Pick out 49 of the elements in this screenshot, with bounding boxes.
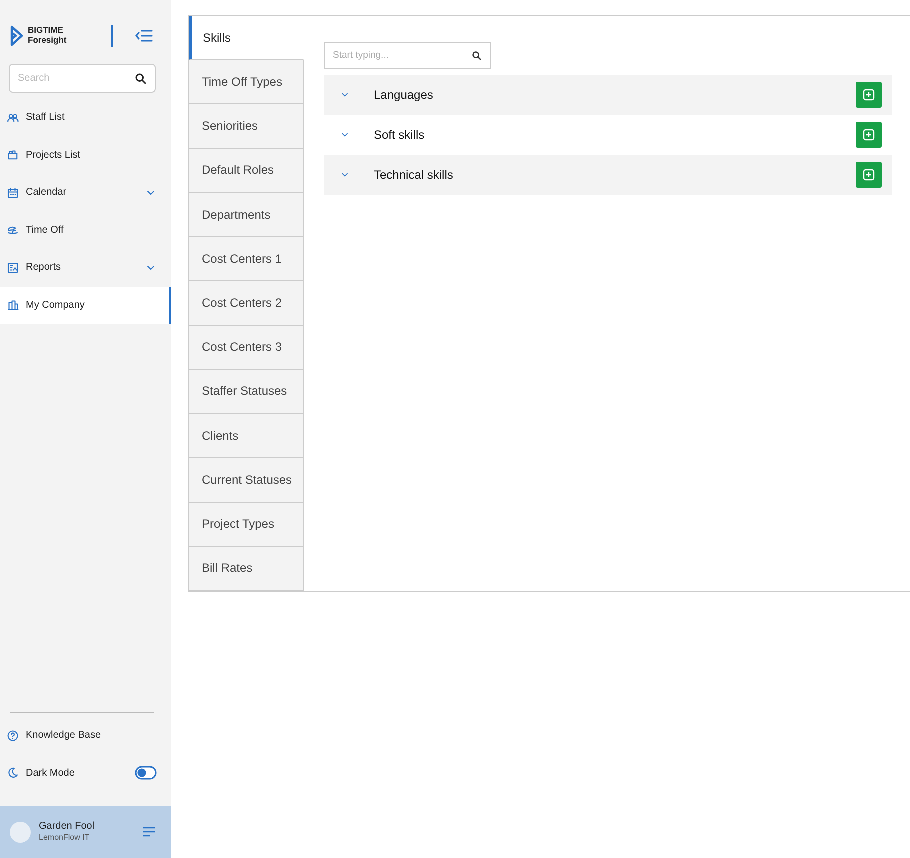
company-name: LemonFlow IT (39, 832, 91, 844)
add-button[interactable] (856, 162, 882, 188)
tab[interactable]: Cost Centers 3 (189, 326, 304, 370)
calendar-icon (7, 186, 19, 199)
plus-icon[interactable] (863, 169, 875, 181)
knowledge-base-link[interactable]: Knowledge Base (0, 717, 171, 754)
plus-icon[interactable] (863, 89, 875, 101)
tab[interactable]: Current Statuses (189, 458, 304, 503)
group-title: Languages (374, 87, 434, 104)
tab[interactable]: Time Off Types (189, 60, 304, 104)
sidebar-item[interactable]: Projects List (0, 136, 171, 174)
sidebar-item[interactable]: Reports (0, 249, 171, 286)
people-icon (7, 112, 19, 124)
help-icon (7, 730, 19, 742)
tab[interactable]: Staffer Statuses (189, 370, 304, 414)
building-icon (7, 299, 19, 312)
search-field[interactable]: Search (9, 64, 156, 93)
folder-icon (7, 149, 19, 162)
user-name: Garden Fool (39, 820, 95, 832)
sidebar-item[interactable]: Time Off (0, 212, 171, 249)
group-title: Technical skills (374, 167, 454, 184)
brand-name: Foresight (28, 36, 67, 46)
logo-icon (10, 25, 24, 47)
add-button[interactable] (856, 82, 882, 108)
filter-field[interactable]: Start typing... (324, 42, 491, 69)
sidebar-item[interactable]: Calendar (0, 174, 171, 212)
tab[interactable]: Default Roles (189, 148, 304, 193)
search-icon[interactable] (135, 72, 147, 84)
dark-mode-toggle[interactable] (135, 766, 157, 780)
moon-icon (7, 767, 19, 780)
tab[interactable]: Clients (189, 414, 304, 458)
tab[interactable]: Bill Rates (189, 546, 304, 592)
search-icon[interactable] (472, 50, 482, 60)
sidebar-item[interactable]: Staff List (0, 99, 171, 136)
tab[interactable]: Seniorities (189, 104, 304, 149)
tab[interactable]: Project Types (189, 502, 304, 547)
dark-mode-label: Dark Mode (26, 766, 75, 781)
sidebar-item[interactable]: My Company (0, 286, 171, 324)
tab[interactable]: Cost Centers 1 (189, 237, 304, 282)
tab[interactable]: Departments (189, 192, 304, 238)
plus-icon[interactable] (863, 129, 875, 141)
avatar-icon (10, 822, 31, 842)
add-button[interactable] (856, 122, 882, 148)
umbrella-icon (7, 224, 19, 236)
group-title: Soft skills (374, 127, 425, 144)
brand-name: BIGTIME (28, 26, 64, 36)
tab[interactable]: Skills (189, 16, 304, 60)
report-icon (7, 262, 19, 274)
tab[interactable]: Cost Centers 2 (189, 281, 304, 326)
